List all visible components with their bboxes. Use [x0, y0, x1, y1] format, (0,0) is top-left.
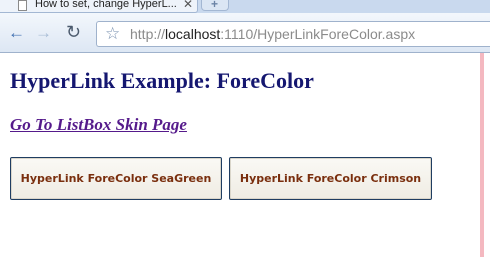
tab-bar: How to set, change HyperL... ✕ + [0, 0, 490, 13]
listbox-skin-link[interactable]: Go To ListBox Skin Page [10, 115, 187, 135]
plus-icon: + [211, 0, 219, 11]
crimson-forecolor-button[interactable]: HyperLink ForeColor Crimson [229, 157, 432, 200]
page-icon [18, 0, 27, 11]
tab-title: How to set, change HyperL... [35, 0, 177, 10]
new-tab-button[interactable]: + [201, 0, 229, 11]
browser-tab[interactable]: How to set, change HyperL... ✕ [0, 0, 198, 13]
back-arrow-icon[interactable]: ← [8, 24, 25, 41]
close-tab-icon[interactable]: ✕ [183, 0, 193, 11]
url-prefix: http:// [130, 26, 166, 42]
forward-arrow-icon[interactable]: → [35, 24, 52, 41]
url-host: localhost [165, 26, 221, 42]
window-edge-outer [484, 53, 490, 257]
url-text[interactable]: http://localhost:1110/HyperLinkForeColor… [130, 26, 415, 42]
star-icon[interactable]: ☆ [105, 25, 120, 42]
page-title: HyperLink Example: ForeColor [10, 68, 314, 93]
reload-icon[interactable]: ↻ [66, 23, 81, 41]
browser-toolbar: ← → ↻ ☆ http://localhost:1110/HyperLinkF… [0, 13, 490, 53]
address-bar[interactable]: ☆ http://localhost:1110/HyperLinkForeCol… [96, 21, 490, 47]
url-path: :1110/HyperLinkForeColor.aspx [220, 26, 416, 42]
seagreen-forecolor-button[interactable]: HyperLink ForeColor SeaGreen [10, 157, 222, 200]
